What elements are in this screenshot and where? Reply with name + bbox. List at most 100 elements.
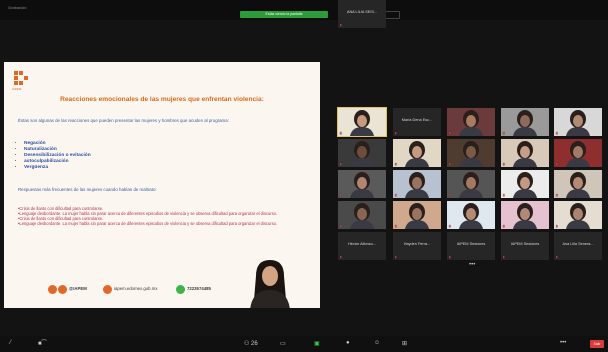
participant-label: ▮: [395, 131, 398, 135]
participant-label: ▮: [395, 193, 398, 197]
participant-video-icon: [513, 172, 537, 198]
responses-heading: Respuestas más frecuentes de las mujeres…: [18, 187, 157, 192]
video-button[interactable]: ■⁀: [38, 340, 46, 347]
apps-button[interactable]: ⊞: [402, 340, 407, 347]
participant-tile[interactable]: ▮: [554, 170, 602, 198]
participant-tile[interactable]: ▮: [337, 107, 387, 137]
slide-intro: Éstas son algunas de las reacciones que …: [18, 118, 229, 123]
participant-tile[interactable]: ▮: [447, 201, 495, 229]
muted-mic-icon: ▮: [556, 255, 558, 259]
participant-tile[interactable]: IAPEM Sesiones ▮: [447, 232, 495, 260]
participant-video-icon: [459, 203, 483, 229]
participant-label: ▮: [556, 162, 559, 166]
chat-button[interactable]: ▭: [280, 340, 286, 347]
participant-label: ▮: [503, 193, 506, 197]
twitter-icon: [58, 285, 67, 294]
participant-tile[interactable]: ▮: [447, 139, 495, 167]
participant-label: ▮: [503, 162, 506, 166]
leave-meeting-button[interactable]: Salir: [590, 340, 604, 348]
shared-screen-slide: IAPEM Reacciones emocionales de las muje…: [4, 62, 320, 308]
muted-mic-icon: ▮: [503, 193, 505, 197]
participant-tile[interactable]: ▮: [447, 170, 495, 198]
participant-tile[interactable]: ▮: [338, 170, 386, 198]
participant-label: ▮: [449, 131, 452, 135]
muted-mic-icon: ▮: [395, 131, 397, 135]
participant-video-icon: [350, 110, 374, 136]
participant-label: ▮: [340, 224, 343, 228]
muted-mic-icon: ▮: [449, 255, 451, 259]
participant-tile[interactable]: ▮: [501, 170, 549, 198]
speaker-video-icon: [250, 260, 290, 308]
participant-tile[interactable]: Hayden Ferra... ▮: [393, 232, 441, 260]
participant-video-icon: [405, 141, 429, 167]
muted-mic-icon: ▮: [449, 162, 451, 166]
phone-text: 7223574485: [187, 286, 211, 291]
participant-name: IAPEM Sesiones: [510, 242, 540, 246]
responses-list: •Crisis de llanto con dificultad para co…: [18, 206, 308, 226]
participant-tile[interactable]: Héctor Alfonso... ▮: [338, 232, 386, 260]
participant-label: ▮: [556, 131, 559, 135]
participant-video-icon: [566, 110, 590, 136]
participant-tile[interactable]: ▮: [554, 108, 602, 136]
facebook-icon: [48, 285, 57, 294]
participant-name: Ana Lilia Senera...: [562, 242, 594, 246]
muted-mic-icon: ▮: [556, 224, 558, 228]
participant-tile[interactable]: ▮: [501, 108, 549, 136]
muted-mic-icon: ▮: [503, 255, 505, 259]
participant-tile[interactable]: ▮: [554, 139, 602, 167]
participant-tile[interactable]: ▮: [338, 201, 386, 229]
web-icon: [103, 285, 112, 294]
participant-label: ▮: [395, 162, 398, 166]
participant-tile[interactable]: Ana Lilia Senera... ▮: [554, 232, 602, 260]
muted-mic-icon: ▮: [449, 131, 451, 135]
participant-tile[interactable]: IAPEM Sesiones ▮: [501, 232, 549, 260]
muted-mic-icon: ▮: [449, 193, 451, 197]
muted-mic-icon: ▮: [449, 224, 451, 228]
logo-text: IAPEM: [12, 87, 22, 91]
screen-share-label: Estás viendo la pantalla: [265, 12, 303, 16]
screen-share-banner[interactable]: Estás viendo la pantalla: [240, 11, 328, 18]
participant-name: María Dena Esc...: [401, 118, 433, 122]
recording-indicator: Grabación: [8, 5, 27, 10]
participant-label: ▮: [556, 224, 559, 228]
share-screen-button[interactable]: ▣: [314, 340, 320, 347]
participant-tile[interactable]: ▮: [501, 201, 549, 229]
participant-label: ▮: [449, 224, 452, 228]
participant-name: IAPEM Sesiones: [456, 242, 486, 246]
participant-tile[interactable]: ANA LILIA SEIS... ▮: [338, 0, 386, 28]
participant-video-icon: [513, 203, 537, 229]
participant-name: ANA LILIA SEIS...: [346, 10, 378, 14]
response-item: •Lenguaje desbordante. La mujer habla si…: [18, 221, 278, 227]
participant-tile[interactable]: ▮: [501, 139, 549, 167]
participant-video-icon: [459, 172, 483, 198]
participant-tile[interactable]: ▮: [554, 201, 602, 229]
participant-label: ▮: [503, 255, 506, 259]
participant-video-icon: [513, 141, 537, 167]
gallery-page-indicator[interactable]: •••: [469, 262, 475, 268]
window-top-bar: Grabación Estás viendo la pantalla Opcio…: [0, 0, 608, 20]
participant-video-icon: [459, 141, 483, 167]
participant-video-icon: [459, 110, 483, 136]
reaction-item: Vergüenza: [24, 165, 91, 171]
muted-mic-icon: ▮: [340, 131, 342, 135]
muted-mic-icon: ▮: [556, 131, 558, 135]
record-button[interactable]: ●: [346, 340, 350, 346]
participant-tile[interactable]: ▮: [393, 139, 441, 167]
reactions-button[interactable]: ☺: [374, 340, 380, 346]
iapem-logo-icon: [14, 71, 28, 85]
whatsapp-icon: [176, 285, 185, 294]
mute-button[interactable]: ⁄: [10, 340, 11, 346]
participant-tile[interactable]: ▮: [447, 108, 495, 136]
muted-mic-icon: ▮: [340, 162, 342, 166]
more-button[interactable]: •••: [560, 340, 566, 346]
muted-mic-icon: ▮: [395, 193, 397, 197]
participant-tile[interactable]: María Dena Esc... ▮: [393, 108, 441, 136]
participant-tile[interactable]: ▮: [393, 201, 441, 229]
participant-label: ▮: [395, 255, 398, 259]
participant-tile[interactable]: ▮: [338, 139, 386, 167]
participant-video-icon: [566, 203, 590, 229]
participant-label: ▮: [503, 224, 506, 228]
muted-mic-icon: ▮: [503, 131, 505, 135]
participants-button[interactable]: ⚇ 26: [244, 340, 258, 347]
participant-tile[interactable]: ▮: [393, 170, 441, 198]
